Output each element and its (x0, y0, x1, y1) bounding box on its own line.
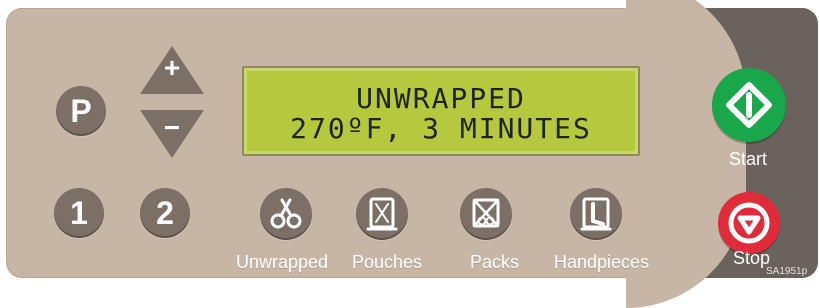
pouches-button[interactable] (356, 188, 408, 240)
packs-button[interactable] (460, 188, 512, 240)
unwrapped-label: Unwrapped (236, 252, 329, 272)
increment-button[interactable]: + (138, 44, 206, 96)
pouch-icon (358, 190, 406, 238)
stop-label: Stop (733, 248, 771, 268)
preset-2-button[interactable]: 2 (140, 188, 190, 238)
handpiece-icon (572, 190, 620, 238)
lcd-display: UNWRAPPED 270ºF, 3 MINUTES (242, 66, 640, 156)
scissors-icon (262, 190, 310, 238)
start-label: Start (729, 149, 768, 169)
decrement-button[interactable]: − (138, 108, 206, 160)
model-code: SA1951p (766, 266, 808, 277)
pack-icon (462, 190, 510, 238)
preset-1-button[interactable]: 1 (54, 188, 104, 238)
handpieces-button[interactable] (570, 188, 622, 240)
stop-icon (720, 194, 778, 252)
increment-label: + (163, 52, 181, 83)
preset-2-label: 2 (156, 194, 174, 231)
program-button-label: P (70, 92, 92, 129)
lcd-line-1: UNWRAPPED (356, 82, 526, 115)
lcd-line-2: 270ºF, 3 MINUTES (290, 112, 592, 145)
preset-1-label: 1 (70, 194, 88, 231)
pouches-label: Pouches (352, 252, 423, 272)
start-icon (714, 70, 784, 140)
decrement-label: − (163, 112, 181, 143)
packs-label: Packs (470, 252, 520, 272)
program-button[interactable]: P (56, 86, 106, 136)
stop-button[interactable] (718, 192, 780, 254)
handpieces-label: Handpieces (554, 252, 650, 272)
start-button[interactable] (712, 68, 786, 142)
unwrapped-button[interactable] (260, 188, 312, 240)
